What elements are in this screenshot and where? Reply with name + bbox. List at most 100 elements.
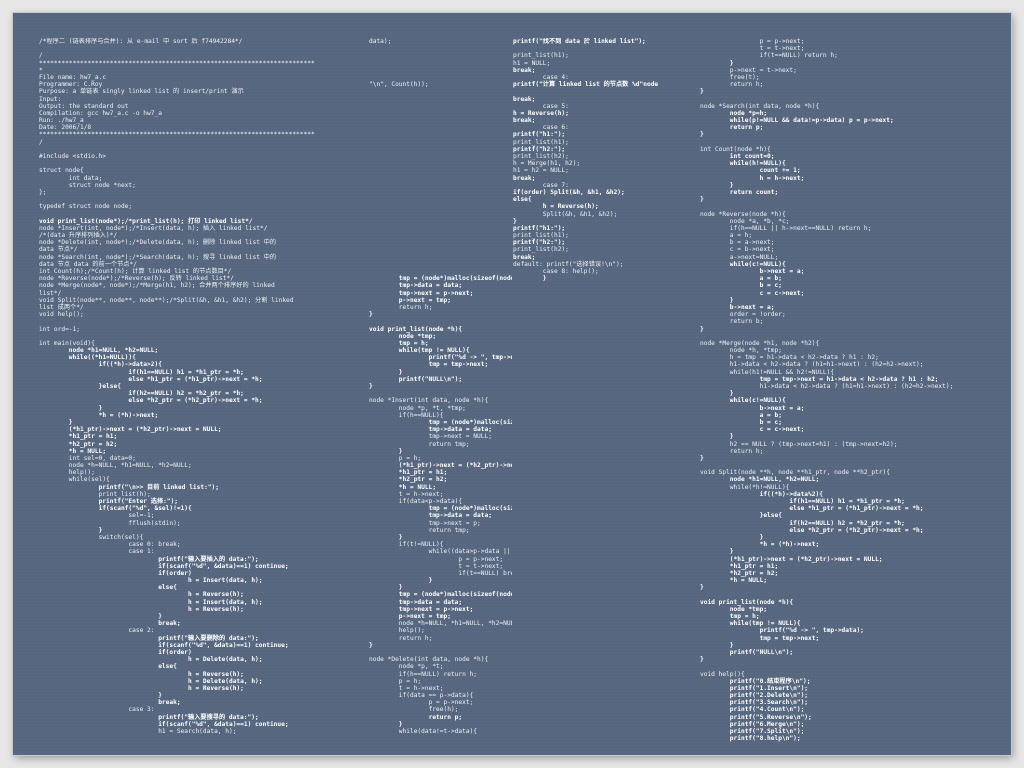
code-line: break; [513,95,536,103]
code-line: } [700,433,734,441]
code-line: }else{ [39,383,121,390]
code-line: (*h1_ptr)->next = (*h2_ptr)->next = NULL… [398,462,512,470]
code-line: (*h1_ptr)->next = (*h2_ptr)->next = NULL… [700,555,883,563]
code-line: tmp->data = data; [369,598,463,606]
code-line: if(t==NULL) return h; [700,52,838,60]
code-line: *h1_ptr = h1; [39,433,118,441]
code-line: if(scanf("%d", &data)==1) continue; [39,641,289,649]
code-line: h1 = Search(data, h); [39,728,237,735]
code-line: else{ [39,663,177,671]
code-line: node *Search(int data, node *h){ [700,102,820,110]
code-line: void Split(node **h, node **h1_ptr, node… [700,469,890,477]
code-line: } [700,88,704,96]
code-line: while(tmp != NULL){ [369,347,470,355]
code-line: h = Delete(data, h); [39,656,263,664]
code-line: *h = NULL; [700,577,768,585]
code-line: a = b; [700,411,782,419]
code-line: break; [513,66,536,74]
code-line: printf("h1:"); [513,224,566,232]
code-line: h = Reverse(h); [39,605,244,613]
code-line: struct node{ [39,167,84,175]
code-line: Purpose: a 单链表 singly linked list 的 inse… [39,88,244,96]
code-line: if((*h)->data>2){ [39,361,162,369]
code-line: } [513,275,547,283]
code-line: node *h=NULL, *h1=NULL, *h2=NULL; [39,462,192,470]
code-line: b = a->next; [700,239,775,247]
code-line: void print_list(node*);/*print_list(h); … [39,217,253,225]
code-line: tmp = tmp->next = h1->data < h2->data ? … [700,375,939,383]
code-line: h = Reverse(h); [513,109,569,117]
code-line: h = Reverse(h); [513,203,599,211]
code-line: node *Delete(int data, node *h){ [369,656,489,664]
code-line: printf("NULL\n"); [700,648,794,656]
code-line: b->next = a; [700,303,775,311]
code-line: } [369,641,373,649]
code-line: b = c; [700,418,782,426]
code-line: h1->data < h2->data ? (h1=h1->next) : (h… [700,361,924,369]
code-slide: /*程序二 (链表排序与合并): 从 e-mail 中 sort 后 f7494… [13,13,1011,755]
code-line: tmp->next = p->next; [369,289,474,297]
code-line: *h1_ptr = h1; [369,469,448,477]
code-line: print_list(h); [39,490,151,498]
code-line: case 7: [513,181,569,189]
code-line: typedef struct node node; [39,203,133,211]
code-line: "\n", Count(h)); [369,81,429,89]
code-line: / [39,52,43,60]
code-line: h = Reverse(h); [39,591,244,599]
code-line: *h = (*h)->next; [39,411,159,419]
code-line: list*/ [39,289,62,297]
code-line: node *a, *b, *c; [700,217,790,225]
code-line: p = p->next; [700,38,805,45]
code-line: return tmp; [369,526,470,534]
code-line: ****************************************… [39,59,315,67]
code-line: *h2_ptr = h2; [39,440,118,448]
code-line: count += 1; [700,167,801,175]
code-line: File name: hw7_a.c [39,73,107,81]
code-line: } [700,196,704,204]
code-line: printf("4.Count\n"); [700,706,805,714]
code-line: while(c!=NULL){ [700,397,786,405]
code-line: } [39,692,162,700]
code-line: else *h1_ptr = (*h1_ptr)->next = *h; [39,375,263,383]
code-line: tmp = (node*)malloc(sizeof(node)); [369,275,512,283]
code-line: void print_list(node *h){ [700,598,794,606]
code-line: break; [513,174,536,182]
code-line: p = h; [369,454,422,462]
code-line: else *h1_ptr = (*h1_ptr)->next = *h; [700,505,924,513]
code-line: p->next = t->next; [700,66,797,74]
code-line: node *Merge(node*, node*);/*Merge(h1, h2… [39,282,275,290]
code-line: (*h1_ptr)->next = (*h2_ptr)->next = NULL… [39,426,222,434]
code-line: } [39,418,73,426]
code-line: t = h->next; [369,684,444,692]
code-line: return b; [700,318,764,326]
code-line: } [700,533,764,541]
code-line: while(p!=NULL && data!=p->data) p = p->n… [700,117,894,125]
code-line: fflush(stdin); [39,519,181,527]
code-line: node *h1=NULL, *h2=NULL; [700,476,820,484]
code-line: b = c; [700,282,782,290]
code-line: case 2: [39,627,155,635]
code-column-4: p = p->next; t = t->next; if(t==NULL) re… [700,38,1000,742]
code-line: else{ [39,584,177,592]
code-line: return h; [369,303,433,311]
code-line: if((*h)->data%2){ [700,490,823,498]
code-line: a->next=NULL; [700,253,779,261]
code-line: } [369,720,403,728]
code-line: h = Insert(data, h); [39,577,263,585]
code-line: h1 = h2 = NULL; [513,167,569,175]
code-line: return h; [700,81,764,89]
code-line: printf("0.结束程序\n"); [700,677,811,685]
code-line: c = c->next; [700,426,805,434]
code-line: Run: ./hw7_a [39,117,84,125]
code-line: return h; [700,447,764,455]
code-line: ****************************************… [39,131,315,139]
code-line: printf("%d -> ", tmp->data); [700,627,864,635]
code-line: if(order) Split(&h, &h1, &h2); [513,188,625,196]
code-line: if(scanf("%d", &data)==1) continue; [39,562,289,570]
code-line: case 4: [513,73,569,81]
code-line: printf("找不到 data 於 linked list"); [513,38,646,45]
code-line: printf("\n>> 目前 linked list:"); [39,483,220,491]
code-line: } [700,656,704,664]
code-line: print_list(h2); [513,153,569,160]
code-line: t = h->next; [369,490,444,498]
